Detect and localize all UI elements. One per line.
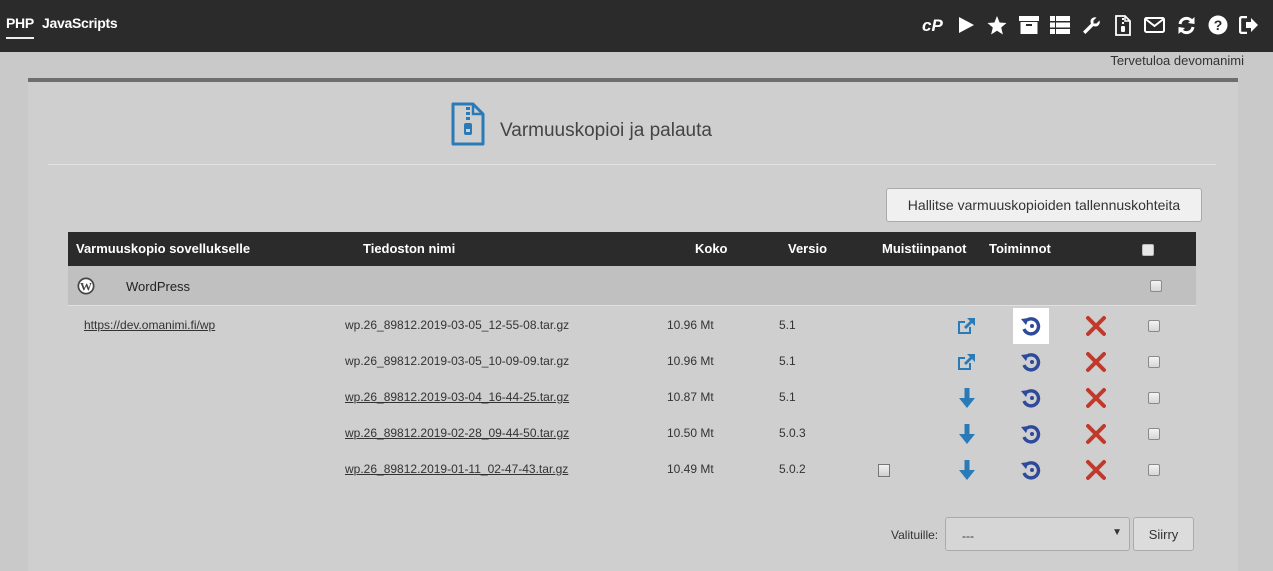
row-checkbox[interactable] bbox=[1148, 464, 1160, 476]
row-checkbox[interactable] bbox=[1148, 320, 1160, 332]
delete-icon[interactable] bbox=[1078, 308, 1114, 344]
bulk-action-label: Valituille: bbox=[891, 528, 939, 542]
file-size: 10.49 Mt bbox=[667, 462, 714, 476]
row-checkbox[interactable] bbox=[1148, 392, 1160, 404]
filename-link[interactable]: wp.26_89812.2019-03-04_16-44-25.tar.gz bbox=[345, 390, 569, 404]
tab-javascripts[interactable]: JavaScripts bbox=[42, 15, 118, 31]
col-notes: Muistiinpanot bbox=[882, 241, 967, 256]
group-checkbox[interactable] bbox=[1150, 280, 1162, 292]
version: 5.1 bbox=[779, 390, 796, 404]
zip-file-icon bbox=[450, 102, 486, 151]
version: 5.0.2 bbox=[779, 462, 806, 476]
svg-text:W: W bbox=[80, 279, 92, 293]
refresh-icon[interactable] bbox=[1171, 13, 1203, 37]
svg-text:cP: cP bbox=[922, 16, 943, 34]
restore-icon[interactable] bbox=[1013, 344, 1049, 380]
mail-icon[interactable] bbox=[1139, 13, 1171, 37]
restore-icon[interactable] bbox=[1013, 380, 1049, 416]
site-url-link[interactable]: https://dev.omanimi.fi/wp bbox=[84, 318, 215, 332]
help-icon[interactable]: ? bbox=[1202, 13, 1234, 37]
col-actions: Toiminnot bbox=[989, 241, 1051, 256]
row-checkbox[interactable] bbox=[1148, 428, 1160, 440]
restore-icon[interactable] bbox=[1013, 308, 1049, 344]
external-link-icon[interactable] bbox=[948, 344, 986, 380]
file-size: 10.50 Mt bbox=[667, 426, 714, 440]
bulk-action-select[interactable]: --- ▼ bbox=[945, 517, 1130, 551]
file-size: 10.87 Mt bbox=[667, 390, 714, 404]
wordpress-icon: W bbox=[77, 277, 95, 300]
cpanel-icon[interactable]: cP bbox=[919, 13, 951, 37]
col-filename: Tiedoston nimi bbox=[363, 241, 456, 256]
filename: wp.26_89812.2019-03-05_12-55-08.tar.gz bbox=[345, 318, 570, 332]
tab-php[interactable]: PHP bbox=[6, 15, 34, 39]
delete-icon[interactable] bbox=[1078, 416, 1114, 452]
table-header: Varmuuskopio sovellukselle Tiedoston nim… bbox=[68, 232, 1196, 266]
file-size: 10.96 Mt bbox=[667, 354, 714, 368]
table-row: wp.26_89812.2019-01-11_02-47-43.tar.gz 1… bbox=[68, 452, 1196, 488]
logout-icon[interactable] bbox=[1234, 13, 1266, 37]
divider bbox=[48, 164, 1216, 165]
toolbar-icons: cP ? bbox=[919, 13, 1266, 37]
play-icon[interactable] bbox=[950, 13, 982, 37]
filename-link[interactable]: wp.26_89812.2019-02-28_09-44-50.tar.gz bbox=[345, 426, 569, 440]
version: 5.1 bbox=[779, 354, 796, 368]
col-app: Varmuuskopio sovellukselle bbox=[76, 241, 251, 256]
main-panel: Varmuuskopioi ja palauta Hallitse varmuu… bbox=[28, 78, 1238, 571]
wrench-icon[interactable] bbox=[1076, 13, 1108, 37]
list-icon[interactable] bbox=[1045, 13, 1077, 37]
archive-icon[interactable] bbox=[1013, 13, 1045, 37]
restore-icon[interactable] bbox=[1013, 416, 1049, 452]
delete-icon[interactable] bbox=[1078, 344, 1114, 380]
version: 5.0.3 bbox=[779, 426, 806, 440]
zip-file-icon[interactable] bbox=[1108, 13, 1140, 37]
col-size: Koko bbox=[695, 241, 728, 256]
row-checkbox[interactable] bbox=[1148, 356, 1160, 368]
download-icon[interactable] bbox=[948, 452, 986, 488]
delete-icon[interactable] bbox=[1078, 452, 1114, 488]
note-icon[interactable] bbox=[878, 464, 890, 477]
star-icon[interactable] bbox=[982, 13, 1014, 37]
file-size: 10.96 Mt bbox=[667, 318, 714, 332]
group-row: W WordPress bbox=[68, 266, 1196, 306]
filename-link[interactable]: wp.26_89812.2019-01-11_02-47-43.tar.gz bbox=[345, 462, 568, 476]
welcome-text: Tervetuloa devomanimi bbox=[1110, 53, 1244, 68]
download-icon[interactable] bbox=[948, 380, 986, 416]
delete-icon[interactable] bbox=[1078, 380, 1114, 416]
chevron-down-icon: ▼ bbox=[1112, 527, 1122, 538]
select-all-checkbox[interactable] bbox=[1142, 244, 1154, 256]
filename: wp.26_89812.2019-03-05_10-09-09.tar.gz bbox=[345, 354, 570, 368]
group-name: WordPress bbox=[126, 279, 191, 294]
col-version: Versio bbox=[788, 241, 828, 256]
restore-icon[interactable] bbox=[1013, 452, 1049, 488]
external-link-icon[interactable] bbox=[948, 308, 986, 344]
svg-text:?: ? bbox=[1213, 17, 1222, 33]
table-row: wp.26_89812.2019-02-28_09-44-50.tar.gz 1… bbox=[68, 416, 1196, 452]
download-icon[interactable] bbox=[948, 416, 986, 452]
table-row: wp.26_89812.2019-03-04_16-44-25.tar.gz 1… bbox=[68, 380, 1196, 416]
go-button[interactable]: Siirry bbox=[1133, 517, 1194, 551]
table-row: wp.26_89812.2019-03-05_10-09-09.tar.gz 1… bbox=[68, 344, 1196, 380]
table-row: https://dev.omanimi.fi/wp wp.26_89812.20… bbox=[68, 308, 1196, 344]
bulk-action-value: --- bbox=[962, 529, 974, 543]
page-title: Varmuuskopioi ja palauta bbox=[500, 120, 712, 141]
top-bar: PHP JavaScripts cP ? bbox=[0, 0, 1273, 52]
manage-backup-destinations-button[interactable]: Hallitse varmuuskopioiden tallennuskohte… bbox=[886, 188, 1202, 222]
version: 5.1 bbox=[779, 318, 796, 332]
